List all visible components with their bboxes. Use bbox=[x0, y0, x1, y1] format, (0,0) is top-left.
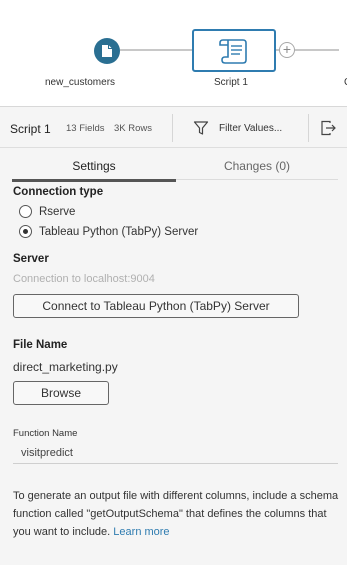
radio-tabpy[interactable]: Tableau Python (TabPy) Server bbox=[19, 225, 198, 238]
tab-settings[interactable]: Settings bbox=[12, 149, 176, 182]
file-icon bbox=[102, 45, 112, 57]
help-message: To generate an output file with differen… bbox=[13, 490, 339, 538]
file-name-value: direct_marketing.py bbox=[13, 360, 118, 374]
radio-rserve[interactable]: Rserve bbox=[19, 205, 75, 218]
server-title: Server bbox=[13, 253, 49, 265]
radio-rserve-label: Rserve bbox=[39, 205, 76, 218]
function-name-input[interactable] bbox=[13, 442, 338, 464]
connection-type-title: Connection type bbox=[13, 186, 104, 198]
add-step-button[interactable]: + bbox=[279, 42, 295, 58]
toolbar-divider bbox=[172, 114, 173, 142]
server-connection-status: Connection to localhost:9004 bbox=[13, 273, 155, 285]
script-node-label: Script 1 bbox=[214, 77, 248, 88]
file-name-title: File Name bbox=[13, 339, 68, 351]
flow-connector bbox=[295, 49, 339, 51]
script-scroll-icon bbox=[219, 38, 247, 64]
help-text: To generate an output file with differen… bbox=[13, 487, 343, 541]
field-count: 13 Fields bbox=[66, 123, 105, 134]
learn-more-link[interactable]: Learn more bbox=[113, 526, 169, 538]
settings-tabs: Settings Changes (0) bbox=[0, 149, 347, 183]
radio-button[interactable] bbox=[19, 205, 32, 218]
browse-button[interactable]: Browse bbox=[13, 381, 109, 405]
step-toolbar: Script 1 13 Fields 3K Rows Filter Values… bbox=[0, 108, 347, 148]
connect-tabpy-button[interactable]: Connect to Tableau Python (TabPy) Server bbox=[13, 294, 299, 318]
row-count: 3K Rows bbox=[114, 123, 153, 134]
filter-values-button[interactable]: Filter Values... bbox=[219, 123, 282, 134]
input-node[interactable] bbox=[94, 38, 120, 64]
script-node[interactable] bbox=[192, 29, 276, 72]
flow-canvas: new_customers Script 1 + C bbox=[0, 0, 347, 107]
function-name-label: Function Name bbox=[13, 428, 78, 439]
radio-button-selected[interactable] bbox=[19, 225, 32, 238]
flow-connector bbox=[120, 49, 192, 51]
toolbar-divider bbox=[308, 114, 309, 142]
step-name: Script 1 bbox=[10, 122, 51, 136]
input-node-label: new_customers bbox=[45, 77, 116, 88]
export-icon[interactable] bbox=[320, 120, 336, 136]
tab-changes[interactable]: Changes (0) bbox=[176, 149, 338, 180]
filter-icon[interactable] bbox=[193, 120, 209, 136]
radio-tabpy-label: Tableau Python (TabPy) Server bbox=[39, 225, 199, 238]
